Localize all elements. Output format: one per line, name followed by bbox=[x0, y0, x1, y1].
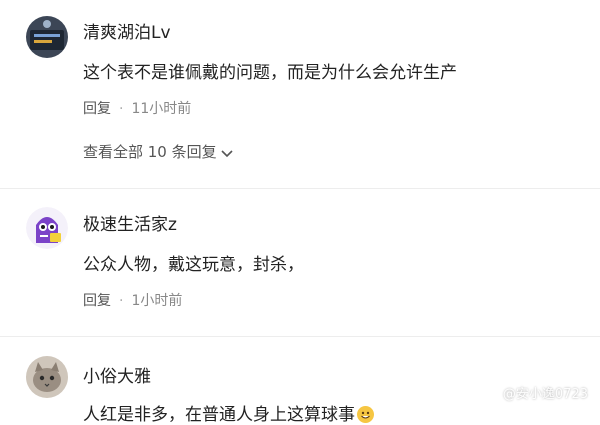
meta-separator: · bbox=[119, 293, 124, 309]
view-all-replies-link[interactable]: 查看全部 10 条回复 bbox=[83, 141, 233, 162]
comment-timestamp: 1小时前 bbox=[131, 293, 183, 309]
reply-button[interactable]: 回复 bbox=[83, 293, 111, 309]
comment-2-username[interactable]: 极速生活家z bbox=[83, 210, 177, 235]
comment-3-text: 人红是非多，在普通人身上这算球事 bbox=[83, 400, 374, 425]
meta-separator: · bbox=[119, 101, 124, 117]
divider bbox=[0, 188, 600, 189]
comment-1-meta: 回复 · 11小时前 bbox=[83, 98, 191, 118]
chevron-down-icon bbox=[221, 144, 233, 162]
comment-3-text-label: 人红是非多，在普通人身上这算球事 bbox=[83, 405, 355, 425]
grinning-emoji-icon bbox=[357, 406, 374, 423]
comment-2-text: 公众人物，戴这玩意，封杀， bbox=[83, 255, 304, 275]
comment-2-meta: 回复 · 1小时前 bbox=[83, 290, 182, 310]
avatar-3[interactable] bbox=[26, 356, 68, 398]
watermark: @安小逸0723 bbox=[502, 387, 588, 402]
avatar-2[interactable] bbox=[26, 207, 68, 249]
comment-timestamp: 11小时前 bbox=[131, 101, 192, 117]
comment-1-text: 这个表不是谁佩戴的问题，而是为什么会允许生产 bbox=[83, 63, 457, 83]
divider bbox=[0, 336, 600, 337]
reply-button[interactable]: 回复 bbox=[83, 101, 111, 117]
comment-3-username[interactable]: 小俗大雅 bbox=[83, 362, 151, 387]
avatar-1[interactable] bbox=[26, 16, 68, 58]
comment-1-username[interactable]: 清爽湖泊Lv bbox=[83, 18, 171, 43]
view-all-replies-label: 查看全部 10 条回复 bbox=[83, 143, 217, 161]
